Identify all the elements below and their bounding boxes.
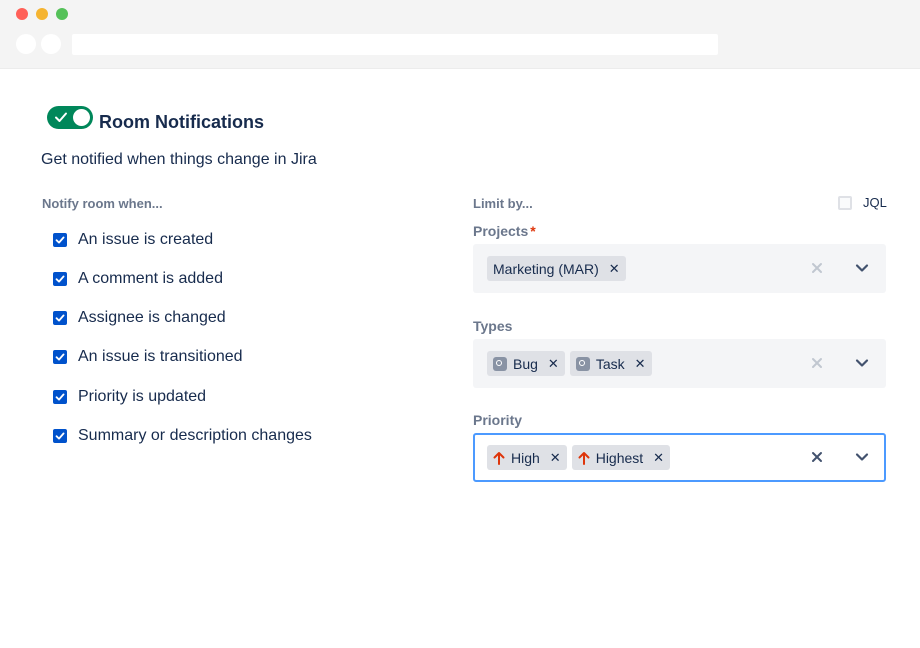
tag-label: Bug [513, 355, 538, 372]
arrow-up-icon [493, 451, 505, 465]
close-window-dot[interactable] [16, 8, 28, 20]
priority-tag: Highest ✕ [571, 445, 671, 470]
check-icon [55, 275, 65, 283]
tag-label: Highest [595, 449, 644, 466]
arrow-up-icon [578, 451, 590, 465]
tag-label: High [511, 449, 540, 466]
remove-tag-icon[interactable]: ✕ [550, 450, 561, 466]
notify-priority-updated[interactable]: Priority is updated [53, 386, 206, 408]
issue-type-icon [575, 356, 590, 371]
clear-icon[interactable] [810, 450, 824, 464]
forward-button[interactable] [41, 34, 61, 54]
type-tag: Task ✕ [569, 351, 652, 376]
check-icon [55, 353, 65, 361]
checkbox-label: An issue is created [78, 231, 214, 248]
types-label: Types [473, 318, 513, 334]
checkbox-checked[interactable] [53, 390, 67, 404]
checkbox-label: Summary or description changes [78, 427, 312, 444]
remove-tag-icon[interactable]: ✕ [635, 356, 646, 372]
check-icon [55, 112, 67, 122]
minimize-window-dot[interactable] [36, 8, 48, 20]
page-title: Room Notifications [99, 112, 264, 132]
toggle-knob [73, 109, 90, 126]
checkbox-checked[interactable] [53, 233, 67, 247]
notify-summary-changes[interactable]: Summary or description changes [53, 425, 312, 447]
clear-icon[interactable] [810, 261, 824, 275]
jql-option[interactable]: JQL [838, 195, 887, 210]
address-bar[interactable] [72, 34, 718, 55]
priority-tag: High ✕ [487, 445, 567, 470]
jql-checkbox[interactable] [838, 195, 852, 210]
priority-select[interactable]: High ✕ Highest ✕ [473, 433, 886, 482]
type-tag: Bug ✕ [487, 351, 565, 376]
priority-label: Priority [473, 412, 523, 428]
maximize-window-dot[interactable] [56, 8, 68, 20]
notify-comment-added[interactable]: A comment is added [53, 268, 223, 290]
notify-assignee-changed[interactable]: Assignee is changed [53, 307, 226, 329]
checkbox-label: A comment is added [78, 270, 223, 287]
checkbox-checked[interactable] [53, 350, 67, 364]
chevron-down-icon[interactable] [855, 357, 869, 369]
types-tags: Bug ✕ Task ✕ [487, 351, 652, 376]
types-select[interactable]: Bug ✕ Task ✕ [473, 339, 886, 388]
checkbox-label: Priority is updated [78, 388, 207, 405]
browser-chrome [0, 0, 920, 69]
priority-tags: High ✕ Highest ✕ [487, 445, 671, 470]
check-icon [55, 393, 65, 401]
projects-label: Projects * [473, 223, 536, 239]
project-tag: Marketing (MAR) ✕ [487, 256, 626, 281]
chevron-down-icon[interactable] [855, 262, 869, 274]
checkbox-label: Assignee is changed [78, 309, 226, 326]
limit-section-label: Limit by... [473, 196, 533, 211]
notify-issue-transitioned[interactable]: An issue is transitioned [53, 346, 243, 368]
chevron-down-icon[interactable] [855, 451, 869, 463]
checkbox-checked[interactable] [53, 429, 67, 443]
tag-label: Marketing (MAR) [493, 260, 599, 277]
room-notifications-toggle[interactable] [47, 106, 93, 129]
check-icon [55, 432, 65, 440]
remove-tag-icon[interactable]: ✕ [653, 450, 664, 466]
notify-section-label: Notify room when... [42, 196, 163, 211]
check-icon [55, 314, 65, 322]
page-subtitle: Get notified when things change in Jira [41, 151, 317, 168]
notify-issue-created[interactable]: An issue is created [53, 229, 213, 251]
clear-icon[interactable] [810, 356, 824, 370]
projects-tags: Marketing (MAR) ✕ [487, 256, 626, 281]
projects-select[interactable]: Marketing (MAR) ✕ [473, 244, 886, 293]
projects-label-text: Projects [473, 223, 529, 239]
remove-tag-icon[interactable]: ✕ [609, 261, 620, 277]
required-mark: * [530, 223, 536, 239]
jql-label: JQL [863, 195, 887, 210]
back-button[interactable] [16, 34, 36, 54]
issue-type-icon [493, 356, 507, 371]
check-icon [55, 236, 65, 244]
tag-label: Task [595, 355, 625, 372]
checkbox-checked[interactable] [53, 311, 67, 325]
checkbox-checked[interactable] [53, 272, 67, 286]
checkbox-label: An issue is transitioned [78, 348, 243, 365]
remove-tag-icon[interactable]: ✕ [548, 356, 559, 372]
